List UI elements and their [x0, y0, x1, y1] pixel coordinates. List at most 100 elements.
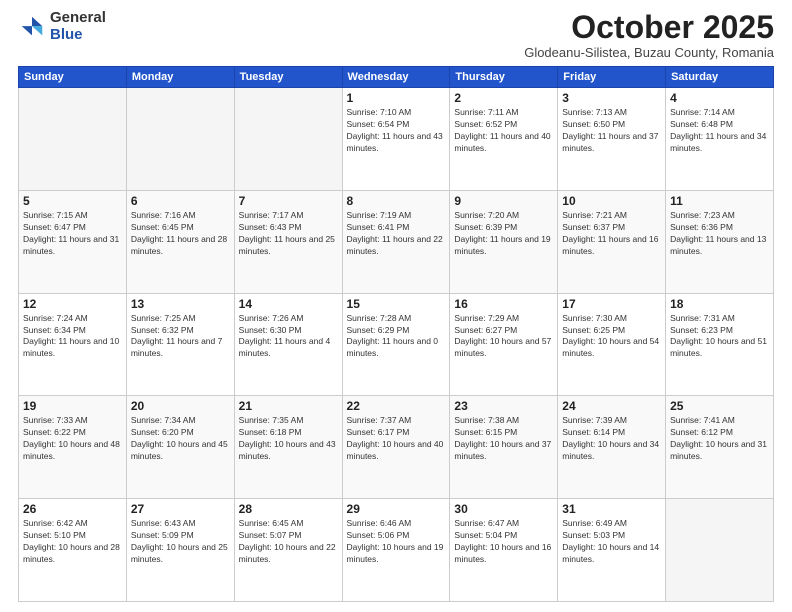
- day-number: 2: [454, 91, 553, 105]
- day-detail: Sunrise: 7:17 AMSunset: 6:43 PMDaylight:…: [239, 210, 338, 258]
- calendar-day-cell: 6 Sunrise: 7:16 AMSunset: 6:45 PMDaylight…: [126, 190, 234, 293]
- page: General Blue October 2025 Glodeanu-Silis…: [0, 0, 792, 612]
- day-number: 16: [454, 297, 553, 311]
- calendar-week-row: 12 Sunrise: 7:24 AMSunset: 6:34 PMDayligh…: [19, 293, 774, 396]
- day-detail: Sunrise: 7:37 AMSunset: 6:17 PMDaylight:…: [347, 415, 446, 463]
- day-detail: Sunrise: 7:41 AMSunset: 6:12 PMDaylight:…: [670, 415, 769, 463]
- day-detail: Sunrise: 6:47 AMSunset: 5:04 PMDaylight:…: [454, 518, 553, 566]
- day-detail: Sunrise: 7:38 AMSunset: 6:15 PMDaylight:…: [454, 415, 553, 463]
- calendar-day-cell: 26 Sunrise: 6:42 AMSunset: 5:10 PMDayligh…: [19, 499, 127, 602]
- logo: General Blue: [18, 10, 106, 43]
- calendar-day-cell: 29 Sunrise: 6:46 AMSunset: 5:06 PMDayligh…: [342, 499, 450, 602]
- calendar-day-cell: 14 Sunrise: 7:26 AMSunset: 6:30 PMDayligh…: [234, 293, 342, 396]
- calendar-day-cell: 27 Sunrise: 6:43 AMSunset: 5:09 PMDayligh…: [126, 499, 234, 602]
- day-detail: Sunrise: 6:43 AMSunset: 5:09 PMDaylight:…: [131, 518, 230, 566]
- month-title: October 2025: [524, 10, 774, 45]
- title-block: October 2025 Glodeanu-Silistea, Buzau Co…: [524, 10, 774, 60]
- calendar-day-cell: 4Sunrise: 7:14 AMSunset: 6:48 PMDaylight…: [666, 88, 774, 191]
- weekday-header: Wednesday: [342, 67, 450, 88]
- calendar-day-cell: 9 Sunrise: 7:20 AMSunset: 6:39 PMDaylight…: [450, 190, 558, 293]
- day-number: 1: [347, 91, 446, 105]
- logo-icon: [18, 13, 46, 41]
- day-number: 27: [131, 502, 230, 516]
- day-number: 13: [131, 297, 230, 311]
- day-detail: Sunrise: 7:30 AMSunset: 6:25 PMDaylight:…: [562, 313, 661, 361]
- calendar-day-cell: 21 Sunrise: 7:35 AMSunset: 6:18 PMDayligh…: [234, 396, 342, 499]
- day-detail: Sunrise: 7:19 AMSunset: 6:41 PMDaylight:…: [347, 210, 446, 258]
- day-number: 23: [454, 399, 553, 413]
- weekday-header: Sunday: [19, 67, 127, 88]
- calendar-day-cell: 19Sunrise: 7:33 AMSunset: 6:22 PMDayligh…: [19, 396, 127, 499]
- day-detail: Sunrise: 7:20 AMSunset: 6:39 PMDaylight:…: [454, 210, 553, 258]
- calendar-day-cell: 1 Sunrise: 7:10 AMSunset: 6:54 PMDaylight…: [342, 88, 450, 191]
- day-detail: Sunrise: 7:29 AMSunset: 6:27 PMDaylight:…: [454, 313, 553, 361]
- day-detail: Sunrise: 7:28 AMSunset: 6:29 PMDaylight:…: [347, 313, 446, 361]
- day-number: 24: [562, 399, 661, 413]
- day-number: 12: [23, 297, 122, 311]
- calendar-header-row: SundayMondayTuesdayWednesdayThursdayFrid…: [19, 67, 774, 88]
- day-detail: Sunrise: 7:10 AMSunset: 6:54 PMDaylight:…: [347, 107, 446, 155]
- day-detail: Sunrise: 7:15 AMSunset: 6:47 PMDaylight:…: [23, 210, 122, 258]
- weekday-header: Saturday: [666, 67, 774, 88]
- calendar-day-cell: [234, 88, 342, 191]
- day-detail: Sunrise: 7:11 AMSunset: 6:52 PMDaylight:…: [454, 107, 553, 155]
- day-detail: Sunrise: 7:26 AMSunset: 6:30 PMDaylight:…: [239, 313, 338, 361]
- day-number: 22: [347, 399, 446, 413]
- day-number: 28: [239, 502, 338, 516]
- calendar-day-cell: [19, 88, 127, 191]
- day-number: 30: [454, 502, 553, 516]
- day-number: 20: [131, 399, 230, 413]
- day-number: 26: [23, 502, 122, 516]
- calendar-day-cell: 15 Sunrise: 7:28 AMSunset: 6:29 PMDayligh…: [342, 293, 450, 396]
- calendar-day-cell: 8 Sunrise: 7:19 AMSunset: 6:41 PMDaylight…: [342, 190, 450, 293]
- calendar-day-cell: 5 Sunrise: 7:15 AMSunset: 6:47 PMDaylight…: [19, 190, 127, 293]
- calendar-day-cell: 31 Sunrise: 6:49 AMSunset: 5:03 PMDayligh…: [558, 499, 666, 602]
- day-number: 6: [131, 194, 230, 208]
- logo-blue-text: Blue: [50, 27, 106, 44]
- day-number: 5: [23, 194, 122, 208]
- logo-text: General Blue: [50, 10, 106, 43]
- calendar-day-cell: 2 Sunrise: 7:11 AMSunset: 6:52 PMDaylight…: [450, 88, 558, 191]
- day-detail: Sunrise: 7:23 AMSunset: 6:36 PMDaylight:…: [670, 210, 769, 258]
- day-detail: Sunrise: 7:33 AMSunset: 6:22 PMDaylight:…: [23, 415, 122, 463]
- day-detail: Sunrise: 6:42 AMSunset: 5:10 PMDaylight:…: [23, 518, 122, 566]
- day-detail: Sunrise: 6:46 AMSunset: 5:06 PMDaylight:…: [347, 518, 446, 566]
- calendar-table: SundayMondayTuesdayWednesdayThursdayFrid…: [18, 66, 774, 602]
- day-number: 15: [347, 297, 446, 311]
- day-number: 21: [239, 399, 338, 413]
- day-detail: Sunrise: 7:24 AMSunset: 6:34 PMDaylight:…: [23, 313, 122, 361]
- day-number: 17: [562, 297, 661, 311]
- calendar-day-cell: [126, 88, 234, 191]
- day-detail: Sunrise: 7:16 AMSunset: 6:45 PMDaylight:…: [131, 210, 230, 258]
- day-number: 4: [670, 91, 769, 105]
- calendar-week-row: 26 Sunrise: 6:42 AMSunset: 5:10 PMDayligh…: [19, 499, 774, 602]
- day-number: 8: [347, 194, 446, 208]
- day-number: 29: [347, 502, 446, 516]
- calendar-day-cell: 22 Sunrise: 7:37 AMSunset: 6:17 PMDayligh…: [342, 396, 450, 499]
- day-detail: Sunrise: 7:39 AMSunset: 6:14 PMDaylight:…: [562, 415, 661, 463]
- calendar-day-cell: 11 Sunrise: 7:23 AMSunset: 6:36 PMDayligh…: [666, 190, 774, 293]
- calendar-day-cell: 10Sunrise: 7:21 AMSunset: 6:37 PMDayligh…: [558, 190, 666, 293]
- calendar-day-cell: 23 Sunrise: 7:38 AMSunset: 6:15 PMDayligh…: [450, 396, 558, 499]
- calendar-day-cell: [666, 499, 774, 602]
- calendar-week-row: 1 Sunrise: 7:10 AMSunset: 6:54 PMDaylight…: [19, 88, 774, 191]
- calendar-day-cell: 3Sunrise: 7:13 AMSunset: 6:50 PMDaylight…: [558, 88, 666, 191]
- day-detail: Sunrise: 7:34 AMSunset: 6:20 PMDaylight:…: [131, 415, 230, 463]
- day-detail: Sunrise: 7:21 AMSunset: 6:37 PMDaylight:…: [562, 210, 661, 258]
- weekday-header: Friday: [558, 67, 666, 88]
- calendar-day-cell: 16 Sunrise: 7:29 AMSunset: 6:27 PMDayligh…: [450, 293, 558, 396]
- calendar-day-cell: 17 Sunrise: 7:30 AMSunset: 6:25 PMDayligh…: [558, 293, 666, 396]
- day-detail: Sunrise: 7:31 AMSunset: 6:23 PMDaylight:…: [670, 313, 769, 361]
- calendar-day-cell: 30 Sunrise: 6:47 AMSunset: 5:04 PMDayligh…: [450, 499, 558, 602]
- weekday-header: Monday: [126, 67, 234, 88]
- day-detail: Sunrise: 7:13 AMSunset: 6:50 PMDaylight:…: [562, 107, 661, 155]
- day-number: 9: [454, 194, 553, 208]
- day-number: 18: [670, 297, 769, 311]
- day-detail: Sunrise: 6:49 AMSunset: 5:03 PMDaylight:…: [562, 518, 661, 566]
- day-number: 14: [239, 297, 338, 311]
- header: General Blue October 2025 Glodeanu-Silis…: [18, 10, 774, 60]
- calendar-day-cell: 24 Sunrise: 7:39 AMSunset: 6:14 PMDayligh…: [558, 396, 666, 499]
- day-detail: Sunrise: 7:35 AMSunset: 6:18 PMDaylight:…: [239, 415, 338, 463]
- day-number: 11: [670, 194, 769, 208]
- day-number: 31: [562, 502, 661, 516]
